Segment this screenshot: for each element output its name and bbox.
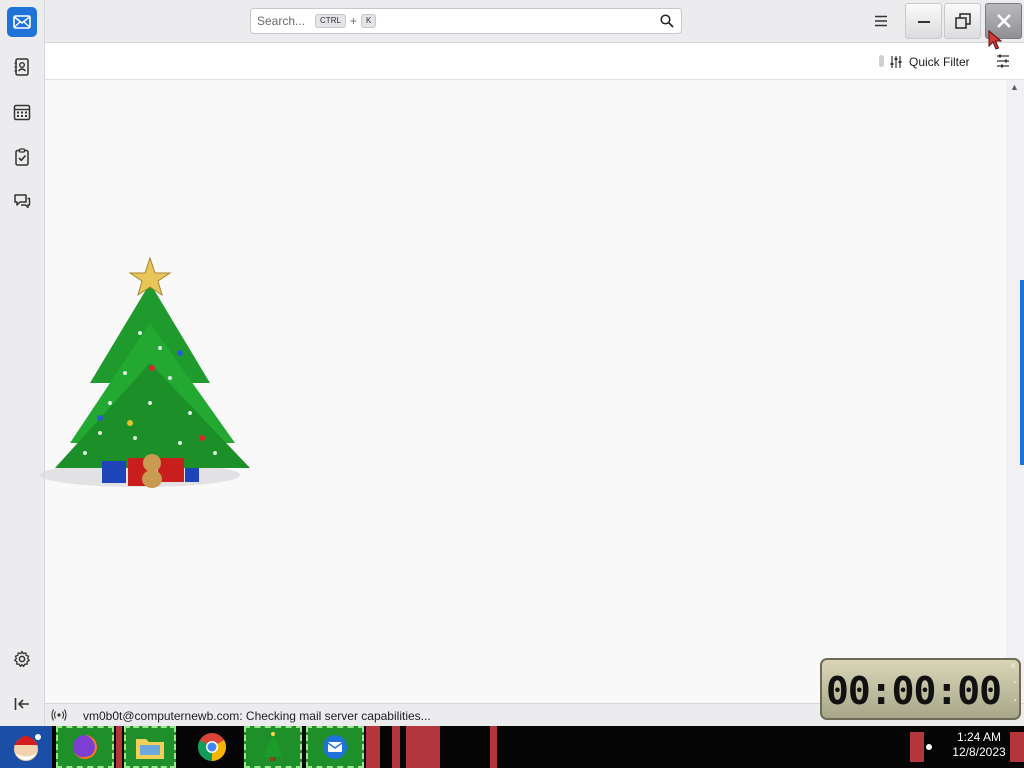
tasks-space-button[interactable] <box>7 142 37 172</box>
taskbar-christmas-tree[interactable] <box>244 726 302 768</box>
taskbar-window-3[interactable] <box>406 726 440 768</box>
taskbar-file-explorer[interactable] <box>124 726 176 768</box>
envelope-icon <box>13 15 31 29</box>
timer-side-control[interactable]: ▪ <box>1014 698 1016 704</box>
folder-icon <box>136 739 164 759</box>
restore-icon <box>954 13 971 29</box>
scroll-up-arrow-icon[interactable]: ▲ <box>1010 82 1019 92</box>
collapse-spaces-button[interactable] <box>7 689 37 719</box>
message-list-header: Quick Filter <box>45 43 1024 80</box>
vertical-scrollbar[interactable]: ▲ <box>1006 80 1024 703</box>
calendar-space-button[interactable] <box>7 97 37 127</box>
timer-display: 00:00:00 <box>826 669 1002 713</box>
quick-filter-label: Quick Filter <box>909 55 970 69</box>
mail-space-button[interactable] <box>7 7 37 37</box>
chat-space-button[interactable] <box>7 186 37 216</box>
address-book-icon <box>14 58 29 76</box>
status-text: vm0b0t@computernewb.com: Checking mail s… <box>83 709 431 723</box>
timer-close-button[interactable]: × <box>1010 661 1016 672</box>
minimize-icon <box>917 21 930 23</box>
chrome-icon <box>198 733 226 761</box>
firefox-icon <box>73 735 97 759</box>
quick-filter-toggle[interactable] <box>879 55 884 67</box>
display-options-icon[interactable] <box>995 53 1011 69</box>
calendar-icon <box>13 104 31 121</box>
mouse-cursor-icon <box>988 30 1002 50</box>
address-book-space-button[interactable] <box>7 52 37 82</box>
taskbar-window-2[interactable] <box>392 726 400 768</box>
taskbar-clock[interactable]: 1:24 AM 12/8/2023 <box>940 730 1018 760</box>
shortcut-k-key: K <box>360 14 377 28</box>
chat-icon <box>14 194 31 209</box>
gear-icon <box>14 650 30 668</box>
taskbar: 1:24 AM 12/8/2023 <box>0 726 1024 768</box>
collapse-left-icon <box>14 698 29 710</box>
taskbar-window-1[interactable] <box>366 726 380 768</box>
christmas-tree-decoration <box>40 256 250 488</box>
tray-dot <box>926 744 932 750</box>
taskbar-separator <box>116 726 122 768</box>
clock-date: 12/8/2023 <box>952 745 1006 759</box>
start-button[interactable] <box>0 726 52 768</box>
taskbar-firefox[interactable] <box>56 726 114 768</box>
filter-sliders-icon <box>890 56 902 68</box>
thunderbird-window: Search... CTRL + K Quick Filter ▲ vm0b0t… <box>0 0 1024 726</box>
tasks-icon <box>15 148 29 166</box>
search-placeholder: Search... <box>257 14 306 28</box>
clock-time: 1:24 AM <box>956 730 1002 744</box>
search-icon[interactable] <box>659 13 675 29</box>
scroll-thumb[interactable] <box>1020 280 1024 465</box>
timer-side-control[interactable]: ▪ <box>1014 680 1016 686</box>
taskbar-chrome[interactable] <box>186 726 238 768</box>
quick-filter-button[interactable]: Quick Filter <box>889 53 970 71</box>
restore-button[interactable] <box>944 3 981 39</box>
shortcut-ctrl-key: CTRL <box>315 14 346 28</box>
show-desktop-button[interactable] <box>1010 732 1024 762</box>
settings-button[interactable] <box>7 644 37 674</box>
tray-indicator[interactable] <box>910 732 924 762</box>
title-bar: Search... CTRL + K <box>45 0 1024 43</box>
tree-icon <box>263 732 283 761</box>
online-status-icon[interactable] <box>51 708 67 722</box>
santa-start-icon <box>14 734 41 761</box>
search-input[interactable]: Search... CTRL + K <box>250 8 682 34</box>
taskbar-window-4[interactable] <box>490 726 497 768</box>
taskbar-thunderbird[interactable] <box>306 726 364 768</box>
app-menu-icon[interactable] <box>871 11 891 31</box>
thunderbird-icon <box>323 735 347 759</box>
shortcut-plus: + <box>349 14 357 28</box>
countdown-timer-gadget[interactable]: 00:00:00 × ▪ ▪ <box>820 658 1021 720</box>
minimize-button[interactable] <box>905 3 942 39</box>
close-icon <box>996 14 1011 28</box>
